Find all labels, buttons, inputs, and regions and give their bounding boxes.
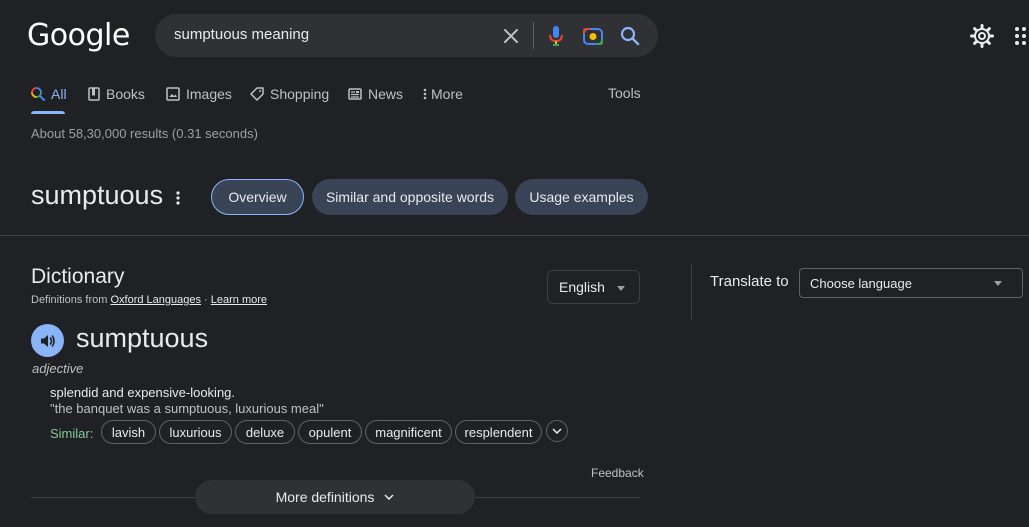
language-select[interactable]: English [547,270,640,304]
feedback-link[interactable]: Feedback [591,466,644,480]
chevron-down-icon[interactable] [546,420,568,442]
tab-label: Images [186,86,232,102]
chip-usage-examples[interactable]: Usage examples [515,179,648,215]
translate-placeholder: Choose language [810,275,912,291]
tab-label: News [368,86,404,102]
newspaper-icon [348,88,362,100]
tab-label: Books [106,86,145,102]
tab-shopping[interactable]: Shopping [250,84,329,104]
tab-all[interactable]: All [31,84,67,104]
lens-icon[interactable] [581,24,605,48]
results-stats: About 58,30,000 results (0.31 seconds) [31,126,258,141]
synonym-chip[interactable]: resplendent [455,420,542,444]
chevron-down-icon [384,494,394,500]
search-icon[interactable] [618,24,642,48]
more-definitions-label: More definitions [275,489,375,505]
language-value: English [559,279,605,295]
search-box[interactable]: sumptuous meaning [155,14,658,57]
more-definitions-button[interactable]: More definitions [195,480,475,514]
tab-label: All [51,86,67,102]
tab-label: More [431,86,463,102]
headword: sumptuous [76,323,209,353]
example-sentence: "the banquet was a sumptuous, luxurious … [50,401,324,416]
translate-label: Translate to [710,273,789,290]
tab-label: Shopping [270,86,330,102]
part-of-speech: adjective [32,361,84,376]
synonym-chip[interactable]: deluxe [235,420,295,444]
apps-grid-icon[interactable] [1014,26,1029,46]
vertical-dots-icon [423,88,427,100]
tab-images[interactable]: Images [166,84,232,104]
tools-button[interactable]: Tools [608,85,641,101]
chip-overview[interactable]: Overview [211,179,304,215]
active-tab-indicator [31,111,65,114]
synonym-chip[interactable]: lavish [101,420,156,444]
tag-icon [250,87,264,101]
pronunciation-speaker-icon[interactable] [31,324,64,357]
tab-news[interactable]: News [348,84,403,104]
image-icon [166,87,180,101]
synonym-chip[interactable]: opulent [298,420,362,444]
similar-label: Similar: [50,426,94,441]
search-divider [533,22,534,49]
search-input[interactable]: sumptuous meaning [174,26,309,43]
search-multicolor-icon [31,87,45,101]
dropdown-caret-icon [994,281,1002,286]
definition-text: splendid and expensive-looking. [50,385,236,400]
google-logo[interactable]: Google [27,18,130,53]
settings-gear-icon[interactable] [970,24,994,48]
book-icon [88,87,100,101]
source-separator: · [201,294,211,306]
dictionary-title: Dictionary [31,265,125,288]
synonym-chip[interactable]: luxurious [159,420,232,444]
mic-icon[interactable] [544,24,568,48]
tab-books[interactable]: Books [88,84,145,104]
tab-more[interactable]: More [423,84,463,104]
dropdown-caret-icon [617,286,625,291]
dictionary-source: Definitions from Oxford Languages · Lear… [31,294,267,306]
chip-similar-opposite[interactable]: Similar and opposite words [312,179,508,215]
source-prefix: Definitions from [31,294,111,306]
oxford-languages-link[interactable]: Oxford Languages [110,294,201,306]
learn-more-link[interactable]: Learn more [211,294,267,306]
translate-language-select[interactable]: Choose language [799,268,1023,298]
synonym-chip[interactable]: magnificent [365,420,452,444]
vertical-divider [691,264,692,320]
more-options-icon[interactable] [172,189,184,207]
clear-icon[interactable] [499,24,523,48]
word-title: sumptuous [31,180,164,210]
section-divider [0,235,1029,236]
